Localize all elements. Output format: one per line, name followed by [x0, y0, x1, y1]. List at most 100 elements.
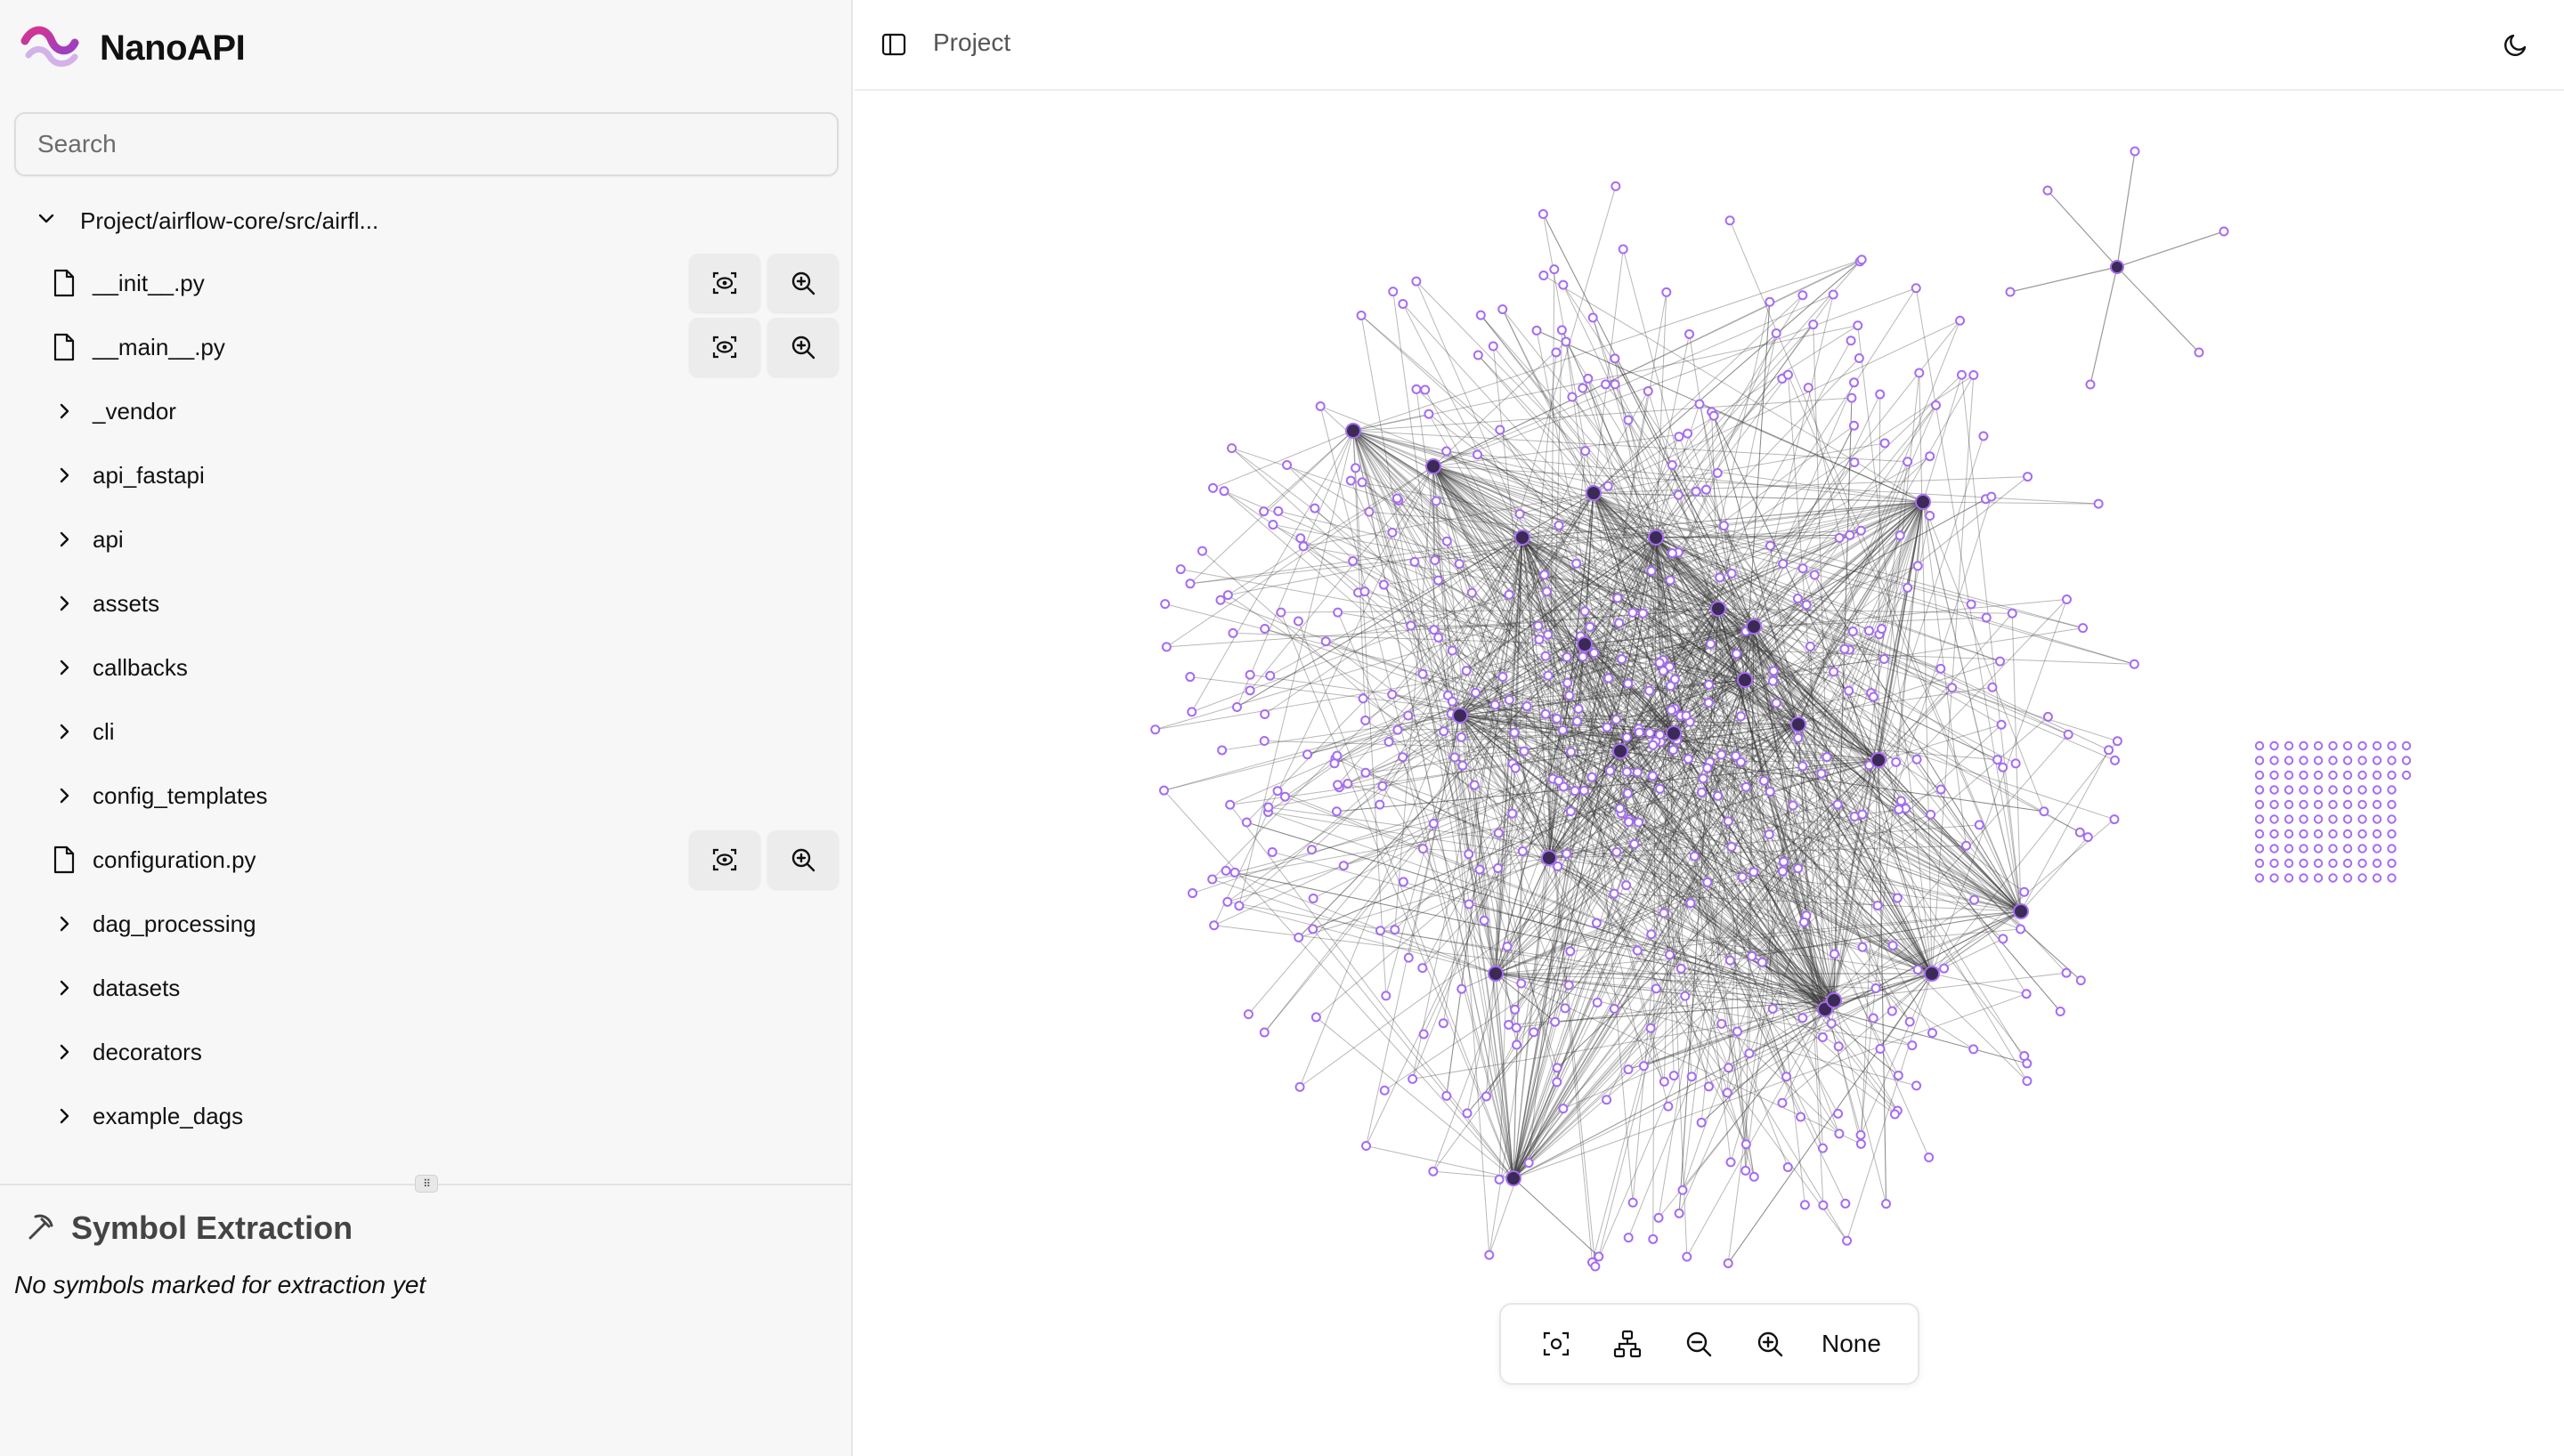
graph-node[interactable] — [1924, 1152, 1935, 1162]
graph-node[interactable] — [1387, 527, 1398, 538]
graph-node[interactable] — [1627, 1197, 1638, 1208]
graph-node[interactable] — [1968, 370, 1979, 381]
graph-node[interactable] — [2387, 770, 2397, 781]
graph-node[interactable] — [1464, 849, 1474, 860]
graph-node[interactable] — [1150, 724, 1161, 735]
search-input[interactable] — [14, 112, 839, 176]
graph-node[interactable] — [1832, 799, 1843, 810]
graph-node[interactable] — [1638, 1061, 1649, 1072]
graph-node[interactable] — [1504, 589, 1514, 600]
graph-node[interactable] — [2299, 844, 2308, 853]
graph-node[interactable] — [1683, 754, 1693, 764]
graph-node[interactable] — [1698, 773, 1708, 784]
graph-node[interactable] — [1558, 1104, 1569, 1114]
graph-node[interactable] — [1892, 893, 1903, 903]
graph-node[interactable] — [2342, 770, 2353, 781]
graph-node[interactable] — [1529, 1027, 1539, 1038]
graph-node[interactable] — [1360, 716, 1371, 726]
graph-node[interactable] — [1187, 707, 1197, 717]
graph-node[interactable] — [1383, 736, 1394, 747]
graph-node[interactable] — [1331, 806, 1342, 817]
graph-node[interactable] — [2007, 608, 2017, 619]
graph-node[interactable] — [1308, 893, 1319, 903]
graph-node[interactable] — [1796, 1112, 1806, 1122]
graph-node[interactable] — [2284, 799, 2294, 810]
graph-node[interactable] — [2387, 829, 2397, 839]
graph-node[interactable] — [1452, 708, 1468, 724]
graph-node[interactable] — [1603, 673, 1614, 684]
graph-node[interactable] — [1646, 566, 1657, 577]
focus-view-button[interactable] — [689, 254, 760, 312]
graph-node[interactable] — [1610, 379, 1620, 390]
graph-node[interactable] — [1907, 1040, 1918, 1051]
graph-node[interactable] — [2269, 858, 2279, 869]
graph-node[interactable] — [1830, 949, 1840, 959]
graph-node[interactable] — [1578, 651, 1588, 662]
graph-node[interactable] — [1557, 724, 1568, 735]
brand[interactable]: NanoAPI — [20, 23, 246, 73]
graph-node[interactable] — [2254, 829, 2265, 839]
graph-node[interactable] — [1724, 1063, 1734, 1073]
zoom-in-button[interactable] — [767, 254, 839, 312]
graph-node[interactable] — [2269, 756, 2279, 765]
graph-node[interactable] — [1912, 965, 1923, 975]
graph-node[interactable] — [1955, 315, 1966, 326]
graph-node[interactable] — [1553, 861, 1563, 872]
graph-node[interactable] — [2357, 858, 2367, 869]
graph-node[interactable] — [1466, 587, 1477, 598]
graph-node[interactable] — [1577, 636, 1593, 652]
graph-node[interactable] — [1471, 687, 1481, 698]
graph-node[interactable] — [1829, 667, 1839, 677]
graph-node[interactable] — [2042, 185, 2053, 196]
graph-node[interactable] — [2372, 785, 2382, 795]
graph-node[interactable] — [1479, 915, 1489, 926]
graph-node[interactable] — [1433, 632, 1444, 643]
graph-node[interactable] — [1702, 763, 1713, 773]
graph-node[interactable] — [1914, 368, 1925, 378]
graph-node[interactable] — [2219, 226, 2229, 237]
graph-node[interactable] — [1647, 771, 1658, 781]
graph-node[interactable] — [1551, 347, 1562, 358]
graph-node[interactable] — [1886, 1006, 1897, 1016]
graph-node[interactable] — [1549, 264, 1560, 275]
graph-node[interactable] — [2372, 873, 2382, 883]
graph-node[interactable] — [1927, 1028, 1937, 1039]
graph-node[interactable] — [1765, 786, 1775, 797]
graph-node[interactable] — [2130, 146, 2140, 157]
graph-node[interactable] — [2313, 785, 2324, 795]
graph-node[interactable] — [1217, 745, 1228, 756]
graph-node[interactable] — [1282, 460, 1293, 471]
graph-node[interactable] — [1556, 325, 1567, 336]
graph-node[interactable] — [1661, 287, 1672, 297]
graph-node[interactable] — [1333, 780, 1343, 790]
graph-node[interactable] — [1279, 791, 1290, 802]
graph-node[interactable] — [1554, 775, 1564, 786]
graph-node[interactable] — [2299, 756, 2308, 765]
graph-node[interactable] — [1590, 1261, 1601, 1272]
graph-node[interactable] — [1579, 606, 1590, 617]
graph-node[interactable] — [1877, 624, 1887, 635]
graph-node[interactable] — [1231, 701, 1242, 712]
graph-node[interactable] — [1294, 1081, 1305, 1092]
graph-node[interactable] — [1403, 710, 1414, 721]
graph-node[interactable] — [1306, 845, 1317, 855]
graph-node[interactable] — [2313, 829, 2324, 839]
graph-node[interactable] — [1587, 312, 1598, 323]
graph-node[interactable] — [1677, 1185, 1688, 1195]
graph-node[interactable] — [2387, 814, 2397, 824]
graph-node[interactable] — [1602, 1095, 1612, 1105]
graph-node[interactable] — [1623, 415, 1634, 425]
graph-node[interactable] — [1554, 520, 1564, 530]
graph-node[interactable] — [1623, 678, 1634, 689]
graph-node[interactable] — [1378, 579, 1389, 590]
tree-item-datasets[interactable]: datasets — [50, 956, 839, 1020]
graph-node[interactable] — [2109, 814, 2120, 825]
graph-node[interactable] — [1737, 672, 1753, 688]
zoom-out-button[interactable] — [1663, 1313, 1734, 1375]
graph-node[interactable] — [1469, 780, 1480, 790]
graph-node[interactable] — [1894, 805, 1904, 815]
graph-node[interactable] — [2110, 755, 2121, 765]
graph-node[interactable] — [1377, 781, 1388, 791]
graph-node[interactable] — [1298, 541, 1309, 552]
graph-node[interactable] — [1839, 643, 1850, 654]
